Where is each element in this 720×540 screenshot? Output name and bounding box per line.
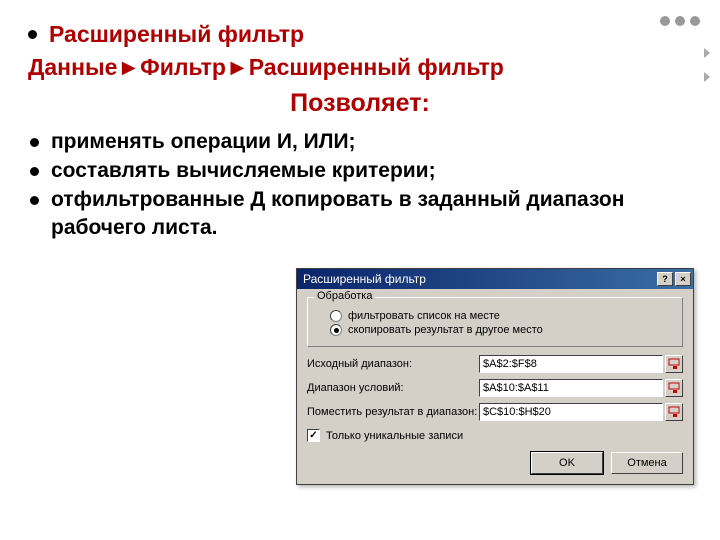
list-item: применять операции И, ИЛИ; <box>51 128 356 155</box>
range-picker-icon <box>668 358 680 370</box>
help-icon: ? <box>662 275 668 284</box>
close-icon: × <box>680 275 685 284</box>
check-icon: ✓ <box>309 430 317 441</box>
range-picker-button[interactable] <box>665 379 683 397</box>
label-copy-to: Поместить результат в диапазон: <box>307 406 479 418</box>
subtitle: Позволяет: <box>28 89 692 118</box>
close-button[interactable]: × <box>675 272 691 286</box>
range-picker-button[interactable] <box>665 403 683 421</box>
range-picker-icon <box>668 382 680 394</box>
side-marker <box>704 72 710 82</box>
radio-filter-inplace[interactable] <box>330 310 342 322</box>
dialog-titlebar[interactable]: Расширенный фильтр ? × <box>297 269 693 289</box>
fieldset-legend: Обработка <box>314 290 375 302</box>
input-copy-to[interactable]: $C$10:$H$20 <box>479 403 663 421</box>
range-picker-icon <box>668 406 680 418</box>
slide-content: Расширенный фильтр Данные►Фильтр►Расшире… <box>0 0 720 261</box>
radio-copy-elsewhere[interactable] <box>330 324 342 336</box>
radio-label: фильтровать список на месте <box>348 310 500 322</box>
list-item: составлять вычисляемые критерии; <box>51 157 436 184</box>
decorative-dots <box>660 16 700 26</box>
bullet-icon <box>30 167 39 176</box>
input-criteria-range[interactable]: $A$10:$A$11 <box>479 379 663 397</box>
label-criteria-range: Диапазон условий: <box>307 382 479 394</box>
label-source-range: Исходный диапазон: <box>307 358 479 370</box>
bullet-icon <box>30 196 39 205</box>
main-title: Расширенный фильтр <box>49 20 304 50</box>
advanced-filter-dialog: Расширенный фильтр ? × Обработка фильтро… <box>296 268 694 485</box>
radio-label: скопировать результат в другое место <box>348 324 543 336</box>
input-source-range[interactable]: $A$2:$F$8 <box>479 355 663 373</box>
dialog-title: Расширенный фильтр <box>303 272 655 286</box>
bullet-icon <box>30 138 39 147</box>
processing-fieldset: Обработка фильтровать список на месте ск… <box>307 297 683 347</box>
help-button[interactable]: ? <box>657 272 673 286</box>
checkbox-label: Только уникальные записи <box>326 430 463 442</box>
menu-path: Данные►Фильтр►Расширенный фильтр <box>28 54 692 81</box>
side-marker <box>704 48 710 58</box>
checkbox-unique[interactable]: ✓ <box>307 429 320 442</box>
ok-button[interactable]: OK <box>531 452 603 474</box>
bullet-icon <box>28 30 37 39</box>
cancel-button[interactable]: Отмена <box>611 452 683 474</box>
range-picker-button[interactable] <box>665 355 683 373</box>
list-item: отфильтрованные Д копировать в заданный … <box>51 186 692 241</box>
bullet-list: применять операции И, ИЛИ; составлять вы… <box>30 128 692 241</box>
